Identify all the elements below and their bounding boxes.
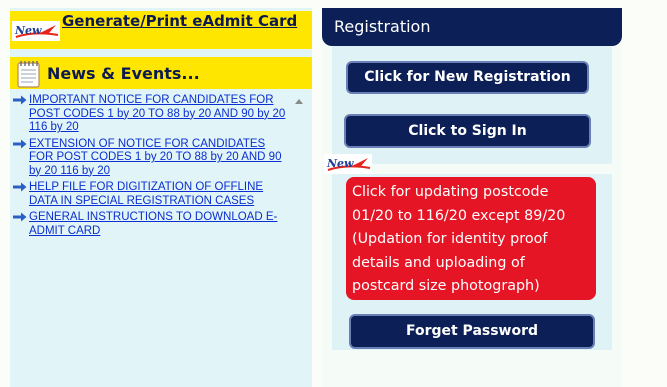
arrow-right-icon — [13, 182, 27, 192]
news-item-text[interactable]: IMPORTANT NOTICE FOR CANDIDATES FOR POST… — [29, 94, 285, 133]
arrow-right-icon — [13, 95, 27, 105]
news-events-title: News & Events... — [47, 64, 200, 83]
new-badge-icon: New — [324, 154, 372, 174]
news-item[interactable]: HELP FILE FOR DIGITIZATION OF OFFLINE DA… — [13, 181, 289, 208]
arrow-right-icon — [13, 139, 27, 148]
news-item-text[interactable]: HELP FILE FOR DIGITIZATION OF OFFLINE DA… — [29, 181, 263, 207]
news-item[interactable]: EXTENSION OF NOTICE FOR CANDIDATES FOR P… — [13, 138, 289, 179]
news-list: IMPORTANT NOTICE FOR CANDIDATES FOR POST… — [13, 94, 289, 241]
left-column: New Generate/Print eAdmit Card News & Ev… — [10, 8, 312, 387]
arrow-right-icon — [13, 212, 27, 222]
news-item-text[interactable]: GENERAL INSTRUCTIONS TO DOWNLOAD E-ADMIT… — [29, 211, 277, 237]
sign-in-button[interactable]: Click to Sign In — [344, 114, 591, 148]
scroll-up-icon[interactable] — [295, 99, 303, 104]
news-events-bar: News & Events... — [10, 57, 312, 89]
news-item-text[interactable]: EXTENSION OF NOTICE FOR CANDIDATES FOR P… — [29, 138, 281, 177]
news-item[interactable]: IMPORTANT NOTICE FOR CANDIDATES FOR POST… — [13, 94, 289, 135]
forget-password-button[interactable]: Forget Password — [349, 314, 595, 349]
right-column: Registration Click for New Registration … — [322, 8, 622, 387]
new-badge-icon: New — [12, 21, 60, 41]
eadmit-card-link[interactable]: Generate/Print eAdmit Card — [62, 13, 302, 30]
new-badge-label: New — [15, 24, 42, 37]
update-postcode-button[interactable]: Click for updating postcode 01/20 to 116… — [346, 177, 596, 300]
registration-header: Registration — [322, 8, 622, 46]
new-badge-label: New — [327, 157, 354, 170]
eadmit-bar: New Generate/Print eAdmit Card — [10, 11, 312, 49]
notepad-icon — [17, 61, 40, 88]
news-item[interactable]: GENERAL INSTRUCTIONS TO DOWNLOAD E-ADMIT… — [13, 211, 289, 238]
new-registration-button[interactable]: Click for New Registration — [346, 61, 589, 94]
registration-title: Registration — [334, 17, 431, 36]
